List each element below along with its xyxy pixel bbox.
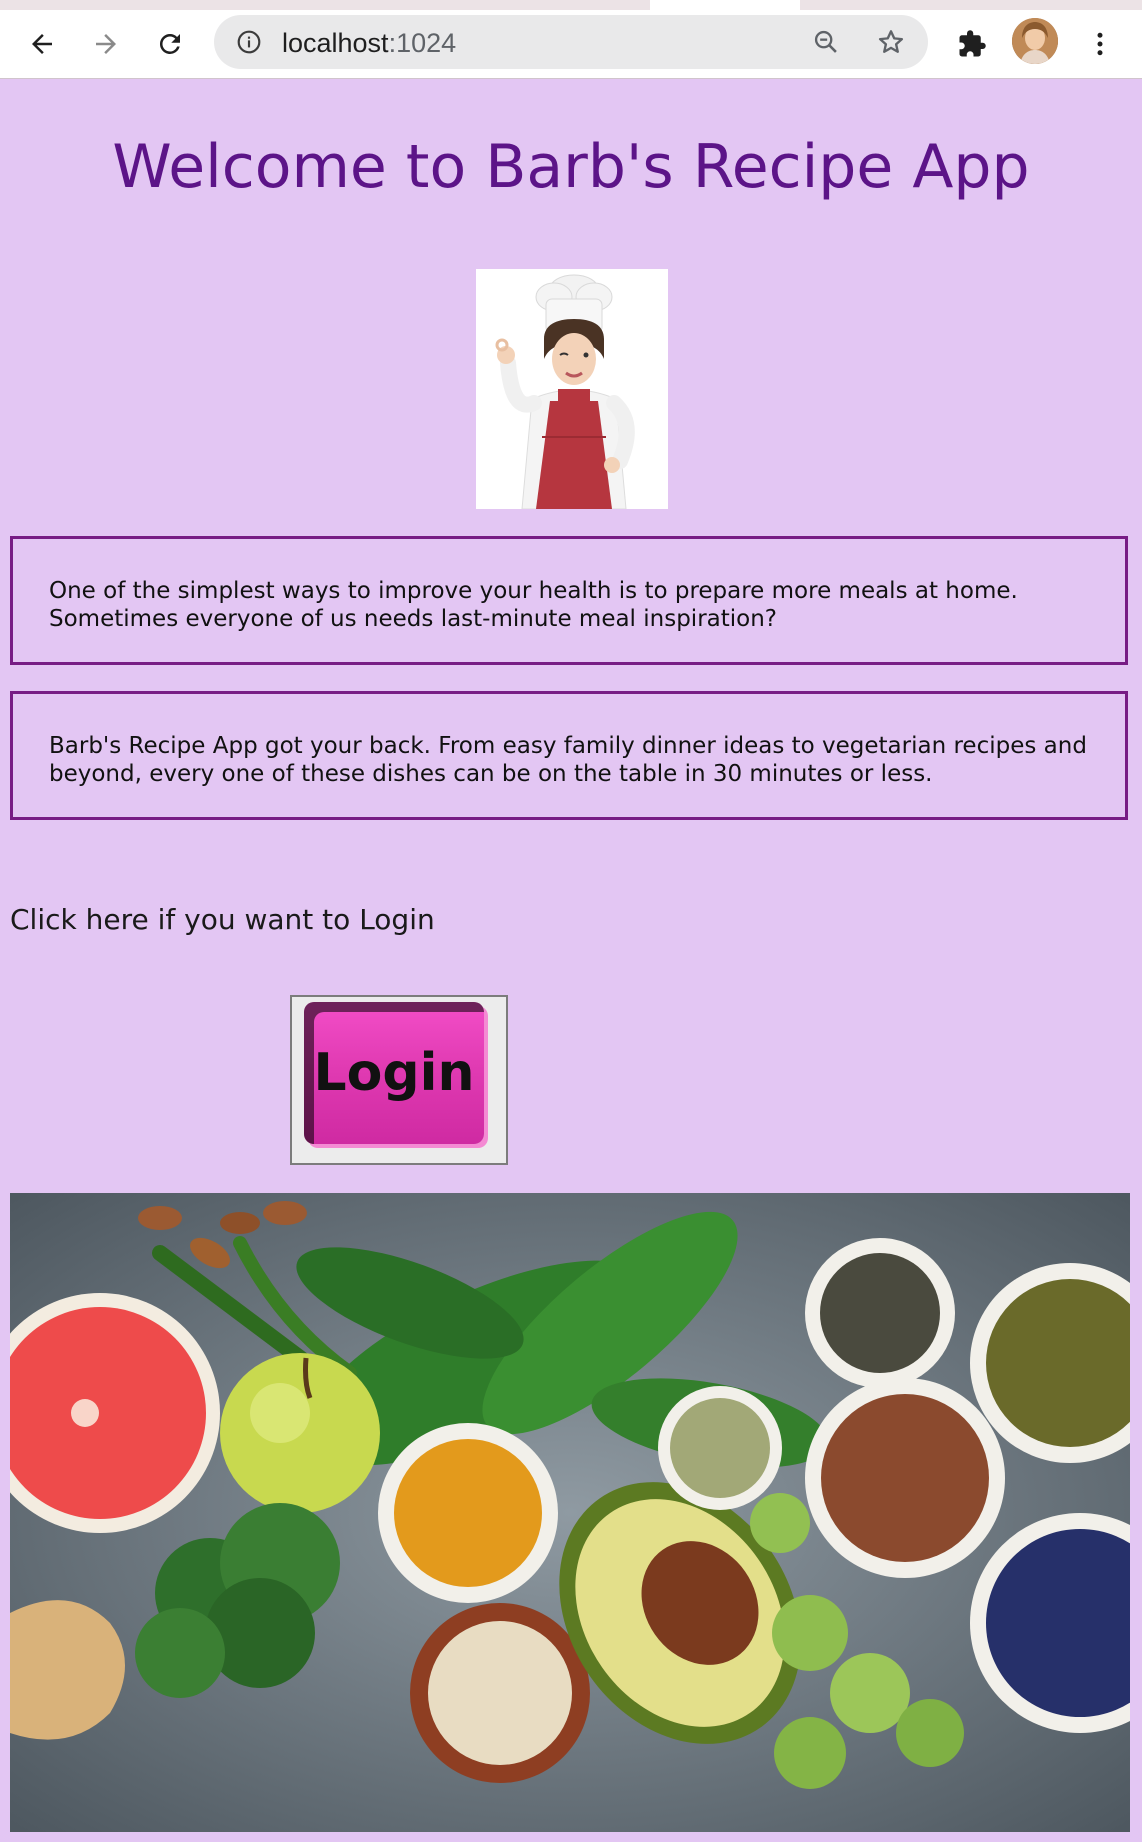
- extensions-puzzle-icon[interactable]: [948, 20, 996, 68]
- forward-arrow-icon[interactable]: [82, 20, 130, 68]
- login-button[interactable]: Login: [304, 1002, 484, 1144]
- intro-text-recipes: Barb's Recipe App got your back. From ea…: [49, 733, 1087, 787]
- address-bar-url[interactable]: localhost:1024: [282, 28, 456, 59]
- intro-box-health: One of the simplest ways to improve your…: [10, 536, 1128, 665]
- url-port: :1024: [388, 28, 457, 58]
- star-icon[interactable]: [876, 27, 906, 61]
- login-image-frame[interactable]: Login: [290, 995, 508, 1165]
- url-host: localhost: [282, 28, 389, 58]
- chef-illustration: [476, 269, 668, 510]
- site-info-icon[interactable]: [236, 29, 262, 59]
- intro-text-health: One of the simplest ways to improve your…: [49, 578, 1018, 632]
- address-bar[interactable]: localhost:1024: [214, 15, 928, 69]
- login-prompt: Click here if you want to Login: [10, 903, 435, 936]
- back-arrow-icon[interactable]: [18, 20, 66, 68]
- reload-icon[interactable]: [146, 20, 194, 68]
- profile-avatar[interactable]: [1012, 18, 1058, 64]
- intro-box-recipes: Barb's Recipe App got your back. From ea…: [10, 691, 1128, 820]
- page-title: Welcome to Barb's Recipe App: [112, 132, 1030, 202]
- healthy-food-banner-image: [10, 1193, 1130, 1832]
- zoom-out-icon[interactable]: [812, 28, 840, 60]
- more-vert-icon[interactable]: [1076, 20, 1124, 68]
- browser-toolbar: localhost:1024: [0, 10, 1142, 79]
